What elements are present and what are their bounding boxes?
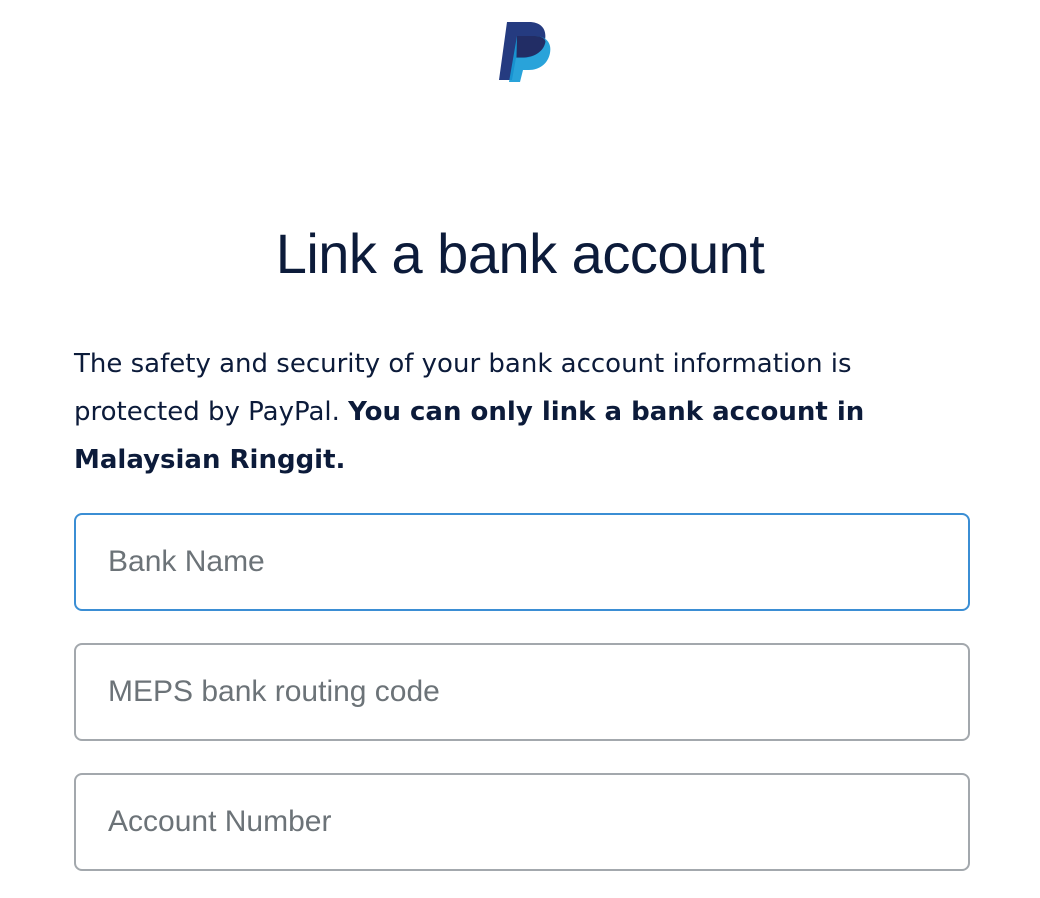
account-number-field[interactable] <box>74 773 970 871</box>
description-text: The safety and security of your bank acc… <box>74 340 934 484</box>
bank-name-input[interactable] <box>76 515 968 609</box>
account-number-input[interactable] <box>76 775 968 869</box>
paypal-logo-icon <box>497 20 553 84</box>
page-title: Link a bank account <box>275 222 765 285</box>
bank-name-field[interactable] <box>74 513 970 611</box>
meps-routing-code-field[interactable] <box>74 643 970 741</box>
meps-routing-code-input[interactable] <box>76 645 968 739</box>
